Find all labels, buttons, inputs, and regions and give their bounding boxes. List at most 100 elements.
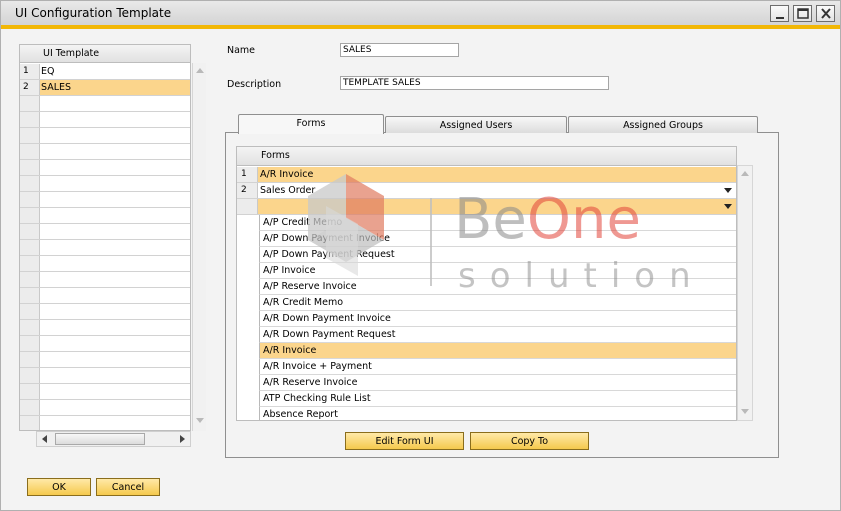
- ui-template-header-label: UI Template: [43, 48, 100, 59]
- close-icon: [821, 8, 831, 19]
- form-row-new[interactable]: [237, 199, 736, 215]
- row-number: 1: [237, 167, 258, 182]
- row-number: [20, 128, 40, 143]
- template-row-empty[interactable]: [20, 416, 190, 430]
- template-row-empty[interactable]: [20, 160, 190, 176]
- scroll-down-icon[interactable]: [196, 418, 204, 423]
- template-row[interactable]: 1 EQ: [20, 64, 190, 80]
- form-value: A/R Invoice: [260, 169, 314, 180]
- dropdown-option[interactable]: A/R Reserve Invoice: [259, 375, 736, 391]
- template-row-empty[interactable]: [20, 224, 190, 240]
- forms-header-label: Forms: [261, 150, 290, 161]
- scroll-up-icon[interactable]: [741, 171, 749, 176]
- chevron-down-icon[interactable]: [724, 204, 732, 209]
- forms-column-header[interactable]: Forms: [237, 147, 736, 166]
- template-row-empty[interactable]: [20, 272, 190, 288]
- dropdown-option[interactable]: A/R Invoice + Payment: [259, 359, 736, 375]
- form-row[interactable]: 1 A/R Invoice: [237, 167, 736, 183]
- template-row-empty[interactable]: [20, 96, 190, 112]
- dropdown-option[interactable]: A/P Down Payment Invoice: [259, 231, 736, 247]
- row-number: [20, 320, 40, 335]
- template-row-empty[interactable]: [20, 240, 190, 256]
- template-row-empty[interactable]: [20, 304, 190, 320]
- tab-assigned-users[interactable]: Assigned Users: [385, 116, 567, 133]
- template-row-empty[interactable]: [20, 368, 190, 384]
- scroll-right-icon[interactable]: [180, 435, 185, 443]
- template-row-empty[interactable]: [20, 176, 190, 192]
- row-number: 1: [20, 64, 40, 79]
- row-number: [20, 288, 40, 303]
- row-number: [20, 352, 40, 367]
- maximize-button[interactable]: [793, 5, 812, 22]
- template-name: EQ: [41, 66, 55, 77]
- forms-vertical-scrollbar[interactable]: [737, 165, 753, 421]
- template-row-empty[interactable]: [20, 384, 190, 400]
- dropdown-option[interactable]: A/P Down Payment Request: [259, 247, 736, 263]
- template-row-empty[interactable]: [20, 336, 190, 352]
- template-row-empty[interactable]: [20, 112, 190, 128]
- cancel-button[interactable]: Cancel: [96, 478, 160, 496]
- form-row[interactable]: 2 Sales Order: [237, 183, 736, 199]
- dropdown-option[interactable]: A/R Down Payment Invoice: [259, 311, 736, 327]
- row-number: [20, 160, 40, 175]
- template-horizontal-scrollbar[interactable]: [36, 431, 191, 447]
- dropdown-option[interactable]: A/R Invoice: [259, 343, 736, 359]
- dropdown-option[interactable]: A/P Invoice: [259, 263, 736, 279]
- row-number: [20, 208, 40, 223]
- name-label: Name: [227, 45, 256, 56]
- template-row-empty[interactable]: [20, 208, 190, 224]
- row-number: 2: [20, 80, 40, 95]
- template-row-empty[interactable]: [20, 400, 190, 416]
- dropdown-option[interactable]: A/R Credit Memo: [259, 295, 736, 311]
- minimize-button[interactable]: [770, 5, 789, 22]
- scroll-thumb[interactable]: [55, 433, 145, 445]
- close-button[interactable]: [816, 5, 835, 22]
- template-row-empty[interactable]: [20, 192, 190, 208]
- title-accent-line: [1, 25, 840, 29]
- dropdown-option[interactable]: A/R Down Payment Request: [259, 327, 736, 343]
- row-number: [20, 240, 40, 255]
- row-number: [20, 336, 40, 351]
- row-number: [20, 384, 40, 399]
- maximize-icon: [797, 8, 809, 19]
- scroll-up-icon[interactable]: [196, 68, 204, 73]
- template-row-empty[interactable]: [20, 256, 190, 272]
- scroll-down-icon[interactable]: [741, 409, 749, 414]
- template-row-empty[interactable]: [20, 128, 190, 144]
- row-number: [20, 224, 40, 239]
- template-vertical-scrollbar[interactable]: [192, 63, 206, 431]
- row-number: [20, 112, 40, 127]
- edit-form-ui-button[interactable]: Edit Form UI: [345, 432, 464, 450]
- ui-template-column-header[interactable]: UI Template: [20, 45, 190, 63]
- tab-forms[interactable]: Forms: [238, 114, 384, 134]
- tab-assigned-groups[interactable]: Assigned Groups: [568, 116, 758, 133]
- row-number: [20, 176, 40, 191]
- title-bar: UI Configuration Template: [1, 1, 840, 25]
- description-label: Description: [227, 79, 282, 90]
- template-row-empty[interactable]: [20, 320, 190, 336]
- row-number: 2: [237, 183, 258, 198]
- name-field[interactable]: SALES: [340, 43, 459, 57]
- copy-to-button[interactable]: Copy To: [470, 432, 589, 450]
- template-row-empty[interactable]: [20, 144, 190, 160]
- row-number: [20, 416, 40, 430]
- template-row-empty[interactable]: [20, 288, 190, 304]
- row-number: [20, 304, 40, 319]
- dropdown-option[interactable]: ATP Checking Rule List: [259, 391, 736, 407]
- row-number: [20, 272, 40, 287]
- dropdown-option[interactable]: Absence Report: [259, 407, 736, 420]
- scroll-left-icon[interactable]: [42, 435, 47, 443]
- ui-configuration-window: UI Configuration Template UI Template 1 …: [0, 0, 841, 511]
- chevron-down-icon[interactable]: [724, 188, 732, 193]
- row-number: [20, 192, 40, 207]
- dropdown-option[interactable]: A/P Credit Memo: [259, 215, 736, 231]
- form-value: Sales Order: [260, 185, 316, 196]
- template-row-empty[interactable]: [20, 352, 190, 368]
- ok-button[interactable]: OK: [27, 478, 91, 496]
- template-row-selected[interactable]: 2 SALES: [20, 80, 190, 96]
- row-number: [20, 368, 40, 383]
- dropdown-option[interactable]: A/P Reserve Invoice: [259, 279, 736, 295]
- description-field[interactable]: TEMPLATE SALES: [340, 76, 609, 90]
- forms-table: Forms 1 A/R Invoice 2 Sales Order A/P Cr…: [236, 146, 737, 421]
- row-number: [237, 199, 258, 214]
